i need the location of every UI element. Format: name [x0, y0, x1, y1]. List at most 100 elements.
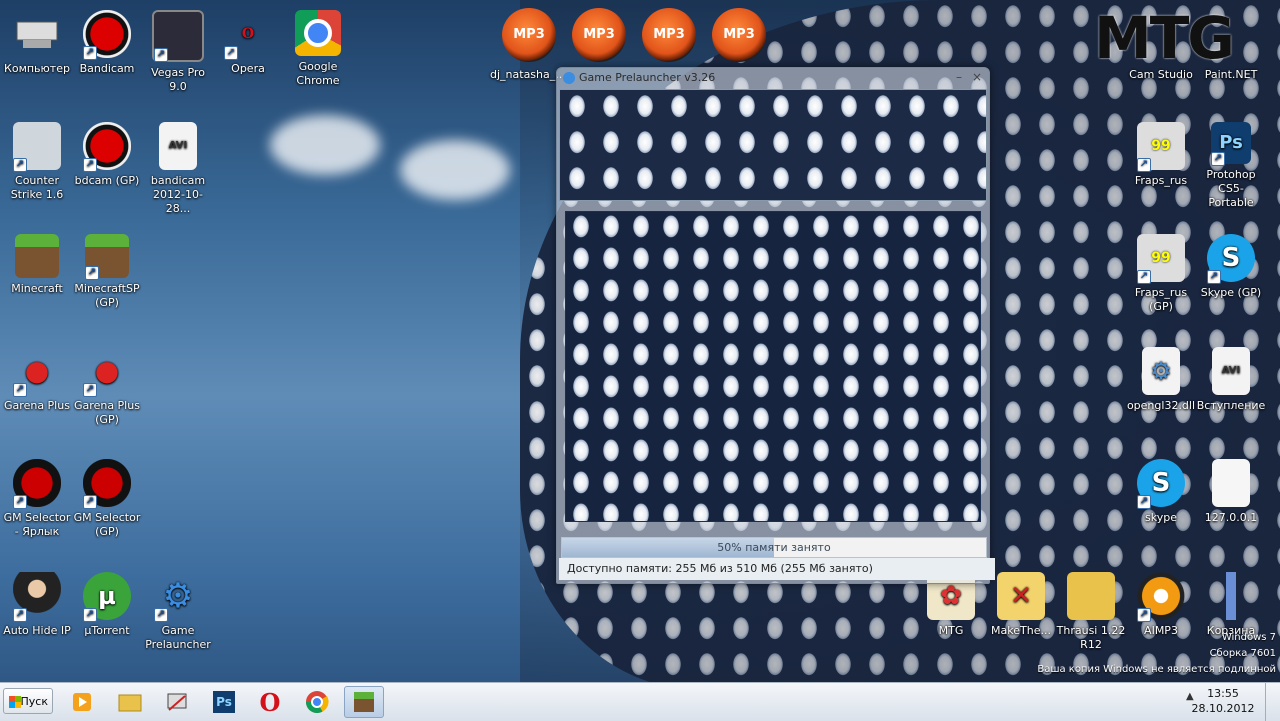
taskbar-minecraft[interactable] [344, 686, 384, 718]
folder-icon [1067, 572, 1115, 620]
desktop-icon-maketh[interactable]: ✕ MakeThe... [986, 572, 1056, 638]
desktop-icon-bandicam[interactable]: ↗ Bandicam [72, 10, 142, 76]
watermark-line3: Ваша копия Windows не является подлинной [1037, 664, 1276, 675]
folder-icon: ✕ [997, 572, 1045, 620]
icon-label: Cam Studio [1129, 68, 1193, 81]
desktop-icon-recycle-bin[interactable]: Корзина [1196, 572, 1266, 638]
counter-strike-icon: ↗ [13, 122, 61, 172]
desktop-icon-fraps[interactable]: 99 ↗ Fraps_rus [1126, 122, 1196, 188]
icon-label: Skype (GP) [1200, 286, 1262, 299]
desktop-icon-chrome[interactable]: Google Chrome [283, 10, 353, 88]
text-file-icon [1212, 459, 1250, 507]
taskbar-explorer[interactable] [110, 686, 150, 718]
desktop-icon-bdcam[interactable]: ↗ bdcam (GP) [72, 122, 142, 188]
icon-label: Opera [231, 62, 265, 75]
icon-label: Vegas Pro 9.0 [151, 66, 205, 93]
taskbar-opera[interactable]: O [250, 686, 290, 718]
minecraft-icon [354, 692, 374, 712]
gm-selector-icon: ↗ [83, 459, 131, 509]
app-icon [563, 72, 575, 84]
icon-label: 127.0.0.1 [1204, 511, 1258, 524]
opera-icon: O [259, 687, 281, 717]
status-bar: Доступно памяти: 255 Мб из 510 Мб (255 М… [559, 558, 995, 580]
desktop-icon-thrausi[interactable]: Thrausi 1.22 R12 [1056, 572, 1126, 652]
clock[interactable]: 13:55 28.10.2012 [1188, 686, 1258, 716]
desktop-icon-utorrent[interactable]: µ ↗ µTorrent [72, 572, 142, 638]
close-button[interactable]: × [969, 71, 985, 85]
desktop-icon-intro-avi[interactable]: AVI Вступление [1196, 347, 1266, 413]
desktop-icon-garena[interactable]: ● ↗ Garena Plus [2, 347, 72, 413]
icon-label: AIMP3 [1144, 624, 1178, 637]
chrome-icon [295, 10, 341, 56]
icon-label: Paint.NET [1204, 68, 1258, 81]
desktop-icon-127[interactable]: 127.0.0.1 [1196, 459, 1266, 525]
icon-label: Fraps_rus [1134, 174, 1188, 187]
icon-label: Garena Plus [4, 399, 70, 412]
opera-icon: O ↗ [224, 10, 272, 60]
aimp-icon: ↗ [1137, 572, 1185, 622]
desktop-icon-opera[interactable]: O ↗ Opera [213, 10, 283, 76]
desktop-icon-minecraft[interactable]: Minecraft [2, 234, 72, 296]
icon-label: MTG [938, 624, 964, 637]
mp3-file-icon[interactable]: MP3 [642, 8, 696, 62]
mp3-file-icon[interactable]: MP3 [502, 8, 556, 62]
start-label: Пуск [20, 695, 48, 708]
desktop-icon-computer[interactable]: Компьютер [2, 10, 72, 76]
progress-text: 50% памяти занято [717, 541, 831, 554]
icon-label: Garena Plus (GP) [74, 399, 140, 426]
desktop-icon-game-prelauncher[interactable]: ⚙ ↗ Game Prelauncher [143, 572, 213, 652]
desktop-icon-aimp3[interactable]: ↗ AIMP3 [1126, 572, 1196, 638]
desktop-icon-skype-gp[interactable]: S ↗ Skype (GP) [1196, 234, 1266, 300]
taskbar-media-player[interactable] [62, 686, 102, 718]
desktop-icon-paint-net[interactable]: Paint.NET [1196, 68, 1266, 82]
desktop-icon-opengl-dll[interactable]: ⚙ opengl32.dll [1126, 347, 1196, 413]
skype-icon: S ↗ [1207, 234, 1255, 284]
desktop-icon-skype[interactable]: S ↗ skype [1126, 459, 1196, 525]
show-desktop-button[interactable] [1265, 683, 1280, 721]
desktop-icon-cam-studio[interactable]: Cam Studio [1126, 68, 1196, 82]
desktop-icon-vegas[interactable]: ↗ Vegas Pro 9.0 [143, 10, 213, 94]
window-titlebar[interactable]: Game Prelauncher v3.26 – × [557, 68, 989, 88]
mp3-file-icon[interactable]: MP3 [572, 8, 626, 62]
dll-file-icon: ⚙ [1142, 347, 1180, 395]
main-image [565, 211, 981, 522]
computer-icon [13, 10, 61, 58]
minecraft-icon [15, 234, 59, 278]
minecraft-icon: ↗ [85, 234, 129, 280]
icon-label: Google Chrome [296, 60, 340, 87]
window-title: Game Prelauncher v3.26 [579, 71, 716, 84]
icon-label: Counter Strike 1.6 [10, 174, 64, 201]
icon-label: Protohop CS5-Portable [1206, 168, 1256, 209]
desktop-icon-gm-selector[interactable]: ↗ GM Selector - Ярлык [2, 459, 72, 539]
icon-label: MinecraftSP (GP) [74, 282, 140, 309]
desktop-icon-auto-hide-ip[interactable]: ↗ Auto Hide IP [2, 572, 72, 638]
photoshop-icon: Ps [213, 691, 235, 713]
gear-icon: ⚙ ↗ [154, 572, 202, 622]
photoshop-icon: Ps ↗ [1211, 122, 1251, 166]
prelauncher-icon [167, 693, 187, 711]
watermark-line1: Windows 7 [1221, 632, 1276, 643]
desktop-icon-gm-selector-gp[interactable]: ↗ GM Selector (GP) [72, 459, 142, 539]
desktop-icon-minecraftsp[interactable]: ↗ MinecraftSP (GP) [72, 234, 142, 310]
taskbar-chrome[interactable] [297, 686, 337, 718]
icon-label: Вступление [1196, 399, 1266, 412]
desktop-icon-counter-strike[interactable]: ↗ Counter Strike 1.6 [2, 122, 72, 202]
start-button[interactable]: Пуск [3, 688, 53, 714]
garena-icon: ● ↗ [83, 347, 131, 397]
desktop-icon-fraps-gp[interactable]: 99 ↗ Fraps_rus (GP) [1126, 234, 1196, 314]
desktop-icon-dj-natasha[interactable]: dj_natasha_... [490, 68, 566, 82]
fraps-icon: 99 ↗ [1137, 122, 1185, 172]
taskbar-photoshop[interactable]: Ps [204, 686, 244, 718]
windows-logo-icon [9, 696, 21, 708]
icon-label: bdcam (GP) [74, 174, 140, 187]
desktop-icon-bandicam-avi[interactable]: AVI bandicam 2012-10-28... [143, 122, 213, 216]
desktop-icon-photoshop[interactable]: Ps ↗ Protohop CS5-Portable [1196, 122, 1266, 210]
minimize-button[interactable]: – [951, 71, 967, 85]
taskbar-prelauncher[interactable] [157, 686, 197, 718]
bdcam-icon: ↗ [83, 122, 131, 172]
utorrent-icon: µ ↗ [83, 572, 131, 622]
desktop-icon-garena-gp[interactable]: ● ↗ Garena Plus (GP) [72, 347, 142, 427]
mp3-file-icon[interactable]: MP3 [712, 8, 766, 62]
vegas-icon: ↗ [152, 10, 204, 62]
icon-label: Fraps_rus (GP) [1134, 286, 1188, 313]
